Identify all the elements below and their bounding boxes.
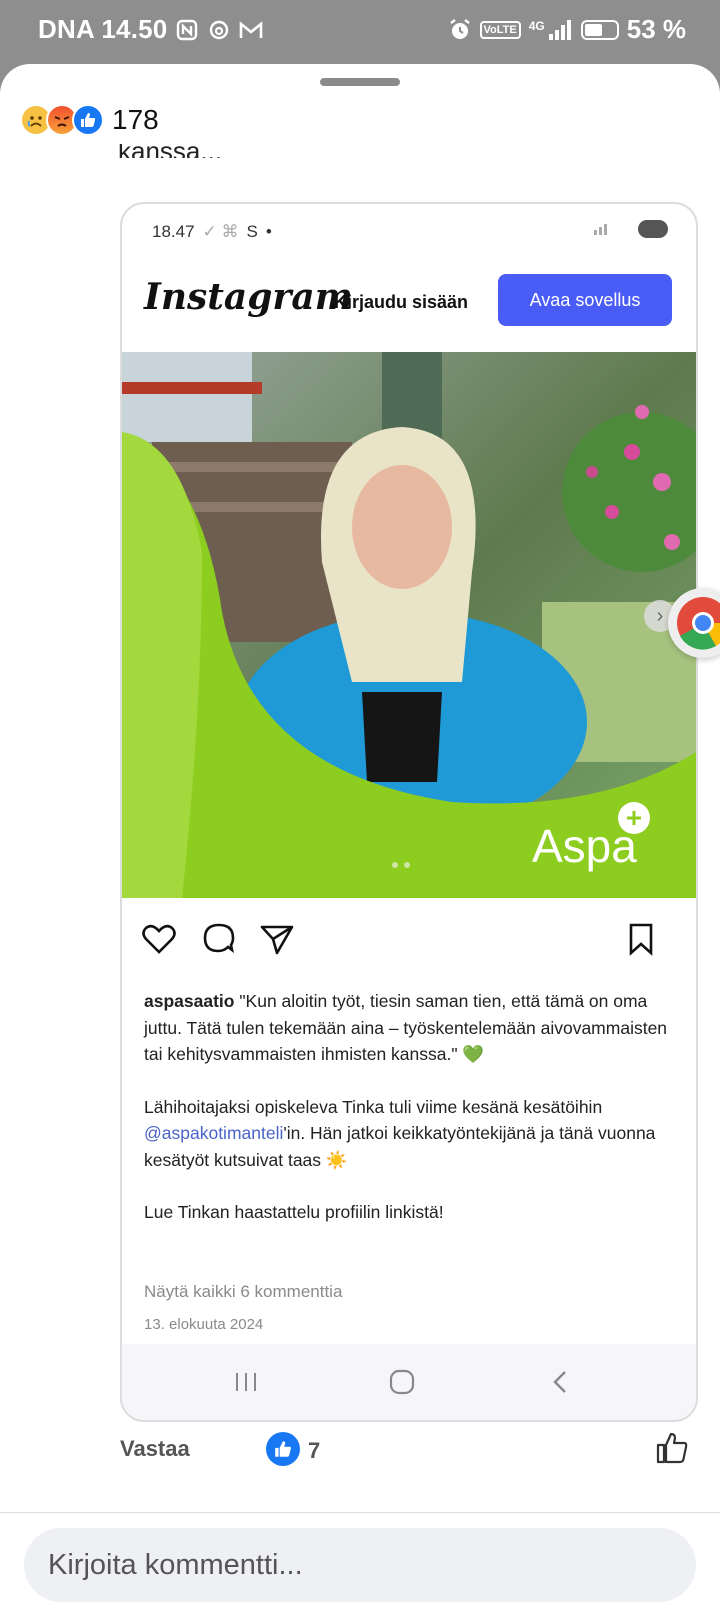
comment-icon: [203, 923, 235, 954]
caption-mention: @aspakotimanteli: [144, 1123, 284, 1143]
caption-paragraph-1: aspasaatio "Kun aloitin työt, tiesin sam…: [144, 988, 674, 1068]
embedded-battery-icon: [638, 220, 668, 238]
caption-username: aspasaatio: [144, 991, 235, 1011]
signal-icon: [548, 19, 571, 40]
login-link: Kirjaudu sisään: [334, 292, 469, 312]
like-count-icon: [266, 1432, 300, 1466]
embedded-status-icons: ✓ ⌘: [202, 222, 239, 241]
instagram-header: Instagram Kirjaudu sisään Avaa sovellus: [122, 266, 696, 352]
battery-percent: 53 %: [626, 14, 686, 44]
home-icon: [382, 1362, 422, 1402]
reply-button[interactable]: Vastaa: [120, 1436, 190, 1462]
alarm-icon: [448, 18, 472, 42]
embedded-status-s: S: [246, 222, 258, 241]
post-caption: aspasaatio "Kun aloitin työt, tiesin sam…: [144, 988, 674, 1226]
status-left: DNA 14.50: [38, 14, 263, 45]
embedded-signal-icon: [594, 224, 607, 235]
back-icon: [540, 1362, 580, 1402]
post-photo-illustration: Aspa: [122, 352, 696, 898]
reaction-count: 178: [112, 104, 159, 135]
embedded-status-dot: •: [265, 222, 272, 241]
battery-icon: [580, 19, 619, 40]
caption-paragraph-2: Lähihoitajaksi opiskeleva Tinka tuli vii…: [144, 1094, 674, 1174]
embedded-status-left: 18.47 ✓ ⌘ S •: [152, 222, 272, 242]
instagram-logo: Instagram: [144, 276, 353, 318]
comment-actions: Vastaa 7: [0, 1428, 720, 1474]
comments-sheet: 178 kanssa... 18.47 ✓ ⌘ S • Instagram Ki…: [0, 64, 720, 1612]
signal-indicator: 4G: [529, 19, 573, 41]
embedded-status-right: [592, 220, 668, 238]
threads-icon: [207, 18, 231, 42]
reactions-summary[interactable]: 178: [20, 104, 159, 136]
chrome-icon: [677, 597, 720, 650]
comment-like-count: 7: [308, 1438, 321, 1463]
caption-text-3: Lue Tinkan haastattelu profiilin linkist…: [144, 1202, 444, 1222]
caption-text-2-start: Lähihoitajaksi opiskeleva Tinka tuli vii…: [144, 1096, 603, 1117]
caption-paragraph-3: Lue Tinkan haastattelu profiilin linkist…: [144, 1199, 674, 1226]
post-actions: [122, 914, 696, 964]
sheet-drag-handle[interactable]: [320, 78, 400, 86]
truncated-comment-text: kanssa...: [118, 144, 222, 158]
bookmark-icon: [629, 923, 653, 956]
embedded-navigation-bar: [122, 1344, 696, 1420]
network-type: 4G: [528, 18, 545, 33]
carousel-dots: [392, 862, 410, 868]
post-date: 13. elokuuta 2024: [144, 1316, 264, 1333]
like-reaction-icon: [72, 104, 104, 136]
open-app-button: Avaa sovellus: [498, 274, 672, 326]
status-right: VoLTE 4G 53 %: [448, 14, 686, 45]
carrier-time: DNA 14.50: [38, 14, 168, 44]
comment-input-placeholder: Kirjoita kommentti...: [48, 1548, 303, 1581]
embedded-status-time: 18.47: [152, 222, 195, 241]
thumbs-up-icon[interactable]: [654, 1430, 690, 1466]
recent-apps-icon: [226, 1362, 266, 1402]
heart-icon: [142, 924, 176, 954]
comment-input[interactable]: Kirjoita kommentti...: [24, 1528, 696, 1602]
share-icon: [260, 925, 294, 955]
comment-screenshot-image[interactable]: 18.47 ✓ ⌘ S • Instagram Kirjaudu sisään …: [120, 202, 698, 1422]
post-photo: Aspa ›: [122, 352, 696, 898]
view-all-comments: Näytä kaikki 6 kommenttia: [144, 1282, 343, 1301]
floating-bubble[interactable]: [668, 588, 720, 658]
status-bar: DNA 14.50 VoLTE 4G 53 %: [0, 0, 720, 58]
input-divider: [0, 1512, 720, 1513]
nfc-icon: [175, 18, 199, 42]
gmail-icon: [239, 18, 263, 42]
volte-badge: VoLTE: [479, 20, 521, 39]
